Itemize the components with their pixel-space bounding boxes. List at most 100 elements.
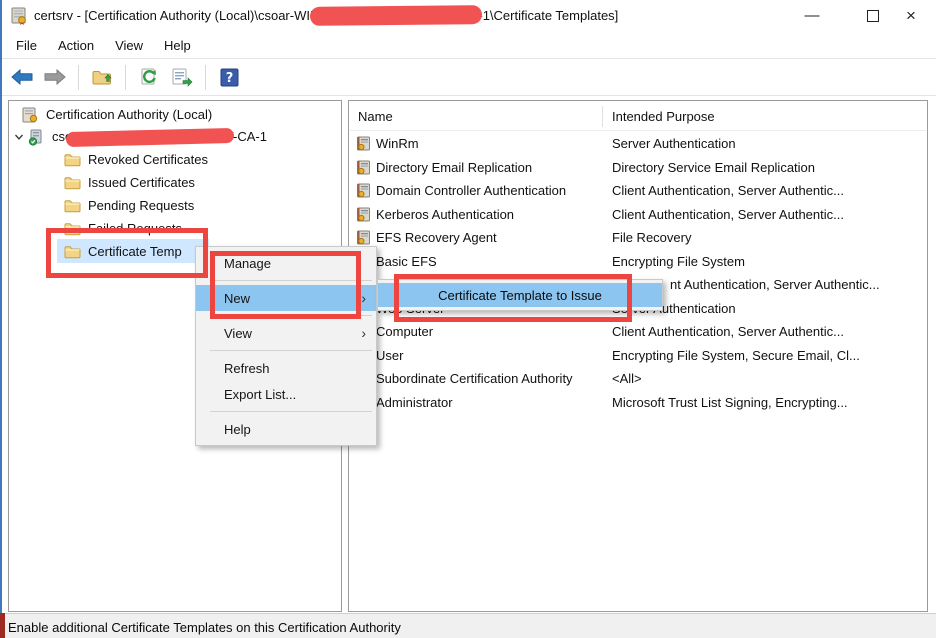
tree-node-ca-server[interactable]: csoarT-CA-1 xyxy=(10,125,340,148)
tree-item-pending-requests[interactable]: Pending Requests xyxy=(10,194,340,217)
tree-item-label: Failed Requests xyxy=(88,221,182,236)
folder-icon xyxy=(64,244,82,260)
minimize-button[interactable]: — xyxy=(795,0,829,31)
tree-item-revoked-certificates[interactable]: Revoked Certificates xyxy=(10,148,340,171)
list-header: Name Intended Purpose xyxy=(350,102,926,131)
toolbar: ? xyxy=(0,58,936,96)
tree-item-label: Revoked Certificates xyxy=(88,152,208,167)
toolbar-separator xyxy=(125,65,126,90)
menu-item-label: Export List... xyxy=(224,387,296,402)
toolbar-separator xyxy=(78,65,79,90)
template-name: Subordinate Certification Authority xyxy=(376,371,573,386)
folder-icon xyxy=(64,152,82,168)
list-row[interactable]: Kerberos Authentication Client Authentica… xyxy=(350,203,926,226)
window-title: certsrv - [Certification Authority (Loca… xyxy=(34,8,618,25)
menu-bar: File Action View Help xyxy=(0,32,936,58)
tree-root-certification-authority[interactable]: Certification Authority (Local) xyxy=(10,103,340,126)
intended-purpose: File Recovery xyxy=(612,230,691,245)
certificate-template-icon xyxy=(356,160,371,175)
template-name: Directory Email Replication xyxy=(376,160,532,175)
certsrv-window: { "window": { "title_prefix": "certsrv -… xyxy=(0,0,936,638)
templates-list-pane: Name Intended Purpose WinRm Server Authen… xyxy=(348,100,928,612)
template-name: EFS Recovery Agent xyxy=(376,230,497,245)
close-button[interactable]: × xyxy=(894,0,928,31)
context-menu-item-export-list[interactable]: Export List... xyxy=(196,381,376,407)
menu-action[interactable]: Action xyxy=(58,35,105,56)
svg-text:?: ? xyxy=(225,71,233,86)
submenu-item-certificate-template-to-issue[interactable]: Certificate Template to Issue xyxy=(378,283,662,307)
list-row[interactable]: Basic EFSEncrypting File System xyxy=(350,250,926,273)
menu-file[interactable]: File xyxy=(16,35,48,56)
folder-icon xyxy=(64,175,82,191)
ca-server-icon xyxy=(28,129,46,145)
context-menu-items: Manage New › View› Refresh Export List... Help xyxy=(196,250,376,442)
certificate-template-icon xyxy=(356,183,371,198)
certification-authority-icon xyxy=(22,107,40,123)
list-row[interactable]: Administrator Microsoft Trust List Signin… xyxy=(350,391,926,414)
title-redaction-scribble xyxy=(310,5,482,26)
new-submenu: Certificate Template to Issue xyxy=(377,279,663,311)
folder-icon xyxy=(64,221,82,237)
context-menu-item-manage[interactable]: Manage xyxy=(196,250,376,276)
menu-separator xyxy=(210,315,372,316)
menu-item-label: New xyxy=(224,291,250,306)
certificate-template-icon xyxy=(356,207,371,222)
submenu-item-label: Certificate Template to Issue xyxy=(438,288,602,303)
template-name: User xyxy=(376,348,403,363)
column-divider[interactable] xyxy=(602,106,603,127)
template-name: Computer xyxy=(376,324,433,339)
context-menu-item-view[interactable]: View› xyxy=(196,320,376,346)
list-row[interactable]: Directory Email Replication Directory Ser… xyxy=(350,156,926,179)
menu-separator xyxy=(210,411,372,412)
column-header-intended-purpose[interactable]: Intended Purpose xyxy=(612,109,715,124)
template-name: Domain Controller Authentication xyxy=(376,183,566,198)
menu-view[interactable]: View xyxy=(115,35,154,56)
menu-item-label: Refresh xyxy=(224,361,270,376)
back-icon[interactable] xyxy=(9,64,35,90)
menu-separator xyxy=(210,350,372,351)
window-title-prefix: certsrv - [Certification Authority (Loca… xyxy=(34,8,324,23)
context-menu-item-help[interactable]: Help xyxy=(196,416,376,442)
template-name: Basic EFS xyxy=(376,254,437,269)
intended-purpose: Directory Service Email Replication xyxy=(612,160,815,175)
list-row[interactable]: WinRm Server Authentication xyxy=(350,132,926,155)
menu-help[interactable]: Help xyxy=(164,35,202,56)
window-left-border xyxy=(0,0,2,638)
ca-name-redaction-scribble xyxy=(66,128,234,147)
chevron-down-icon[interactable] xyxy=(14,132,26,142)
list-row[interactable]: Subordinate Certification Authority <All> xyxy=(350,367,926,390)
up-one-level-icon[interactable] xyxy=(89,64,115,90)
template-name: Kerberos Authentication xyxy=(376,207,514,222)
context-menu-item-refresh[interactable]: Refresh xyxy=(196,355,376,381)
intended-purpose: Encrypting File System, Secure Email, Cl… xyxy=(612,348,860,363)
folder-icon xyxy=(64,198,82,214)
tree-item-label: Issued Certificates xyxy=(88,175,195,190)
template-name: WinRm xyxy=(376,136,419,151)
forward-icon[interactable] xyxy=(42,64,68,90)
menu-item-label: View xyxy=(224,326,252,341)
intended-purpose: Server Authentication xyxy=(612,136,736,151)
column-header-name[interactable]: Name xyxy=(358,109,393,124)
intended-purpose: Client Authentication, Server Authentic.… xyxy=(612,183,844,198)
status-bar: Enable additional Certificate Templates … xyxy=(0,613,936,638)
tree-item-issued-certificates[interactable]: Issued Certificates xyxy=(10,171,340,194)
help-icon[interactable]: ? xyxy=(216,64,242,90)
list-row[interactable]: Domain Controller Authentication Client A… xyxy=(350,179,926,202)
refresh-icon[interactable] xyxy=(136,64,162,90)
intended-purpose: Client Authentication, Server Authentic.… xyxy=(612,207,844,222)
context-menu: Manage New › View› Refresh Export List... Help xyxy=(195,246,377,446)
list-row[interactable]: EFS Recovery Agent File Recovery xyxy=(350,226,926,249)
list-row[interactable]: ComputerClient Authentication, Server Au… xyxy=(350,320,926,343)
export-list-icon[interactable] xyxy=(169,64,195,90)
intended-purpose: <All> xyxy=(612,371,642,386)
context-menu-item-new[interactable]: New › xyxy=(196,285,376,311)
intended-purpose: Microsoft Trust List Signing, Encrypting… xyxy=(612,395,848,410)
list-row[interactable]: User Encrypting File System, Secure Email… xyxy=(350,344,926,367)
certificate-template-icon xyxy=(356,230,371,245)
template-name: Administrator xyxy=(376,395,453,410)
tree-item-failed-requests[interactable]: Failed Requests xyxy=(10,217,340,240)
maximize-icon xyxy=(867,10,879,22)
intended-purpose: nt Authentication, Server Authentic... xyxy=(670,277,880,292)
submenu-arrow-icon: › xyxy=(361,290,366,306)
maximize-button[interactable] xyxy=(856,0,890,31)
